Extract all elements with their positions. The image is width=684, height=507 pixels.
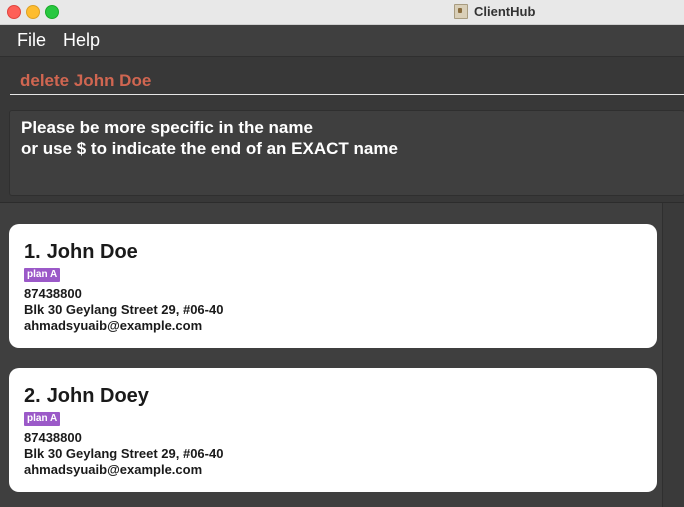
client-phone: 87438800 xyxy=(24,286,82,301)
result-line-1: Please be more specific in the name xyxy=(21,118,313,137)
app-icon xyxy=(454,3,468,19)
client-list[interactable]: 1. John Doe plan A 87438800 Blk 30 Geylan… xyxy=(0,203,662,507)
menu-help[interactable]: Help xyxy=(63,30,100,51)
result-line-2: or use $ to indicate the end of an EXACT… xyxy=(21,139,398,158)
close-window-button[interactable] xyxy=(7,5,21,19)
client-address: Blk 30 Geylang Street 29, #06-40 xyxy=(24,446,224,461)
result-display: Please be more specific in the name or u… xyxy=(9,110,684,196)
client-card[interactable]: 2. John Doey plan A 87438800 Blk 30 Geyla… xyxy=(9,368,657,492)
zoom-window-button[interactable] xyxy=(45,5,59,19)
result-display-area: Please be more specific in the name or u… xyxy=(0,102,684,202)
client-list-panel: 1. John Doe plan A 87438800 Blk 30 Geylan… xyxy=(0,202,684,507)
command-input[interactable] xyxy=(10,67,684,95)
window-title-group: ClientHub xyxy=(454,3,535,19)
list-scrollbar[interactable] xyxy=(662,203,684,507)
menu-bar: File Help xyxy=(0,25,684,56)
window-title: ClientHub xyxy=(474,3,536,19)
client-name-row: 1. John Doe xyxy=(24,240,642,264)
client-name-row: 2. John Doey xyxy=(24,384,642,408)
client-tag: plan A xyxy=(24,412,61,426)
client-email: ahmadsyuaib@example.com xyxy=(24,318,203,333)
command-box-area xyxy=(0,56,684,103)
client-name: John Doey xyxy=(46,385,149,407)
client-index: 2. xyxy=(24,385,41,407)
title-bar: ClientHub xyxy=(0,0,684,25)
minimize-window-button[interactable] xyxy=(26,5,40,19)
client-card[interactable]: 1. John Doe plan A 87438800 Blk 30 Geylan… xyxy=(9,224,657,348)
client-name: John Doe xyxy=(46,241,138,263)
menu-file[interactable]: File xyxy=(17,30,46,51)
client-tag: plan A xyxy=(24,268,61,282)
client-email: ahmadsyuaib@example.com xyxy=(24,462,203,477)
client-index: 1. xyxy=(24,241,41,263)
client-phone: 87438800 xyxy=(24,430,82,445)
client-address: Blk 30 Geylang Street 29, #06-40 xyxy=(24,302,224,317)
